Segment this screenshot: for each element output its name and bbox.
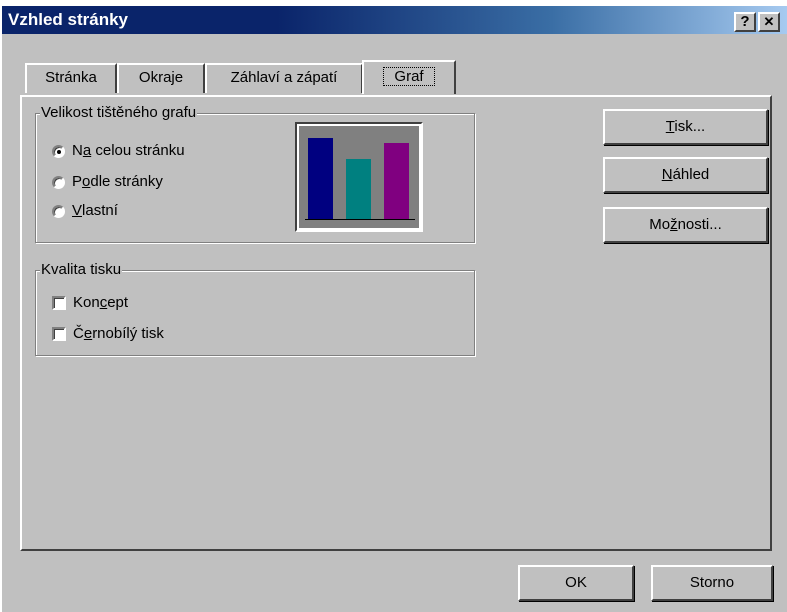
preview-bar (384, 143, 409, 219)
radio-label: Na celou stránku (72, 142, 185, 159)
close-button[interactable]: ✕ (758, 12, 780, 32)
radio-button[interactable] (52, 144, 65, 158)
radio-custom[interactable]: Vlastní (52, 202, 118, 220)
checkbox[interactable] (52, 296, 66, 310)
chart-preview (295, 122, 423, 232)
window-title: Vzhled stránky (8, 10, 128, 29)
preview-bar (346, 159, 371, 219)
checkbox-label: Černobílý tisk (73, 325, 164, 342)
tab-label: Záhlaví a zápatí (230, 69, 338, 86)
help-button[interactable]: ? (734, 12, 756, 32)
preview-chart-area (299, 126, 419, 228)
tab-zahlavi-zapati[interactable]: Záhlaví a zápatí (205, 63, 363, 93)
radio-selected-dot (57, 149, 61, 154)
checkbox-draft[interactable]: Koncept (52, 294, 128, 312)
ok-button[interactable]: OK (518, 565, 634, 601)
options-button[interactable]: Možnosti... (603, 207, 768, 243)
tab-okraje[interactable]: Okraje (117, 63, 205, 93)
radio-button[interactable] (52, 175, 65, 189)
print-quality-group: Kvalita tisku (35, 261, 475, 356)
preview-bar (308, 138, 333, 219)
print-quality-legend: Kvalita tisku (40, 261, 123, 279)
radio-full-page[interactable]: Na celou stránku (52, 142, 185, 160)
title-bar[interactable]: Vzhled stránky (2, 6, 787, 34)
tab-label: Stránka (45, 69, 97, 86)
tab-label: Okraje (138, 69, 184, 86)
preview-axis (305, 219, 415, 220)
preview-button[interactable]: Náhled (603, 157, 768, 193)
checkbox[interactable] (52, 327, 66, 341)
radio-fit-page[interactable]: Podle stránky (52, 173, 163, 191)
checkbox-black-white[interactable]: Černobílý tisk (52, 325, 164, 343)
tab-graf[interactable]: Graf (362, 60, 456, 94)
close-icon: ✕ (763, 14, 775, 29)
print-size-legend: Velikost tištěného grafu (40, 104, 198, 122)
tab-stranka[interactable]: Stránka (25, 63, 117, 93)
radio-label: Vlastní (72, 202, 118, 219)
cancel-button[interactable]: Storno (651, 565, 773, 601)
checkbox-label: Koncept (73, 294, 129, 311)
print-button[interactable]: Tisk... (603, 109, 768, 145)
radio-button[interactable] (52, 204, 65, 218)
tab-label: Graf (383, 67, 435, 86)
radio-label: Podle stránky (72, 173, 163, 190)
